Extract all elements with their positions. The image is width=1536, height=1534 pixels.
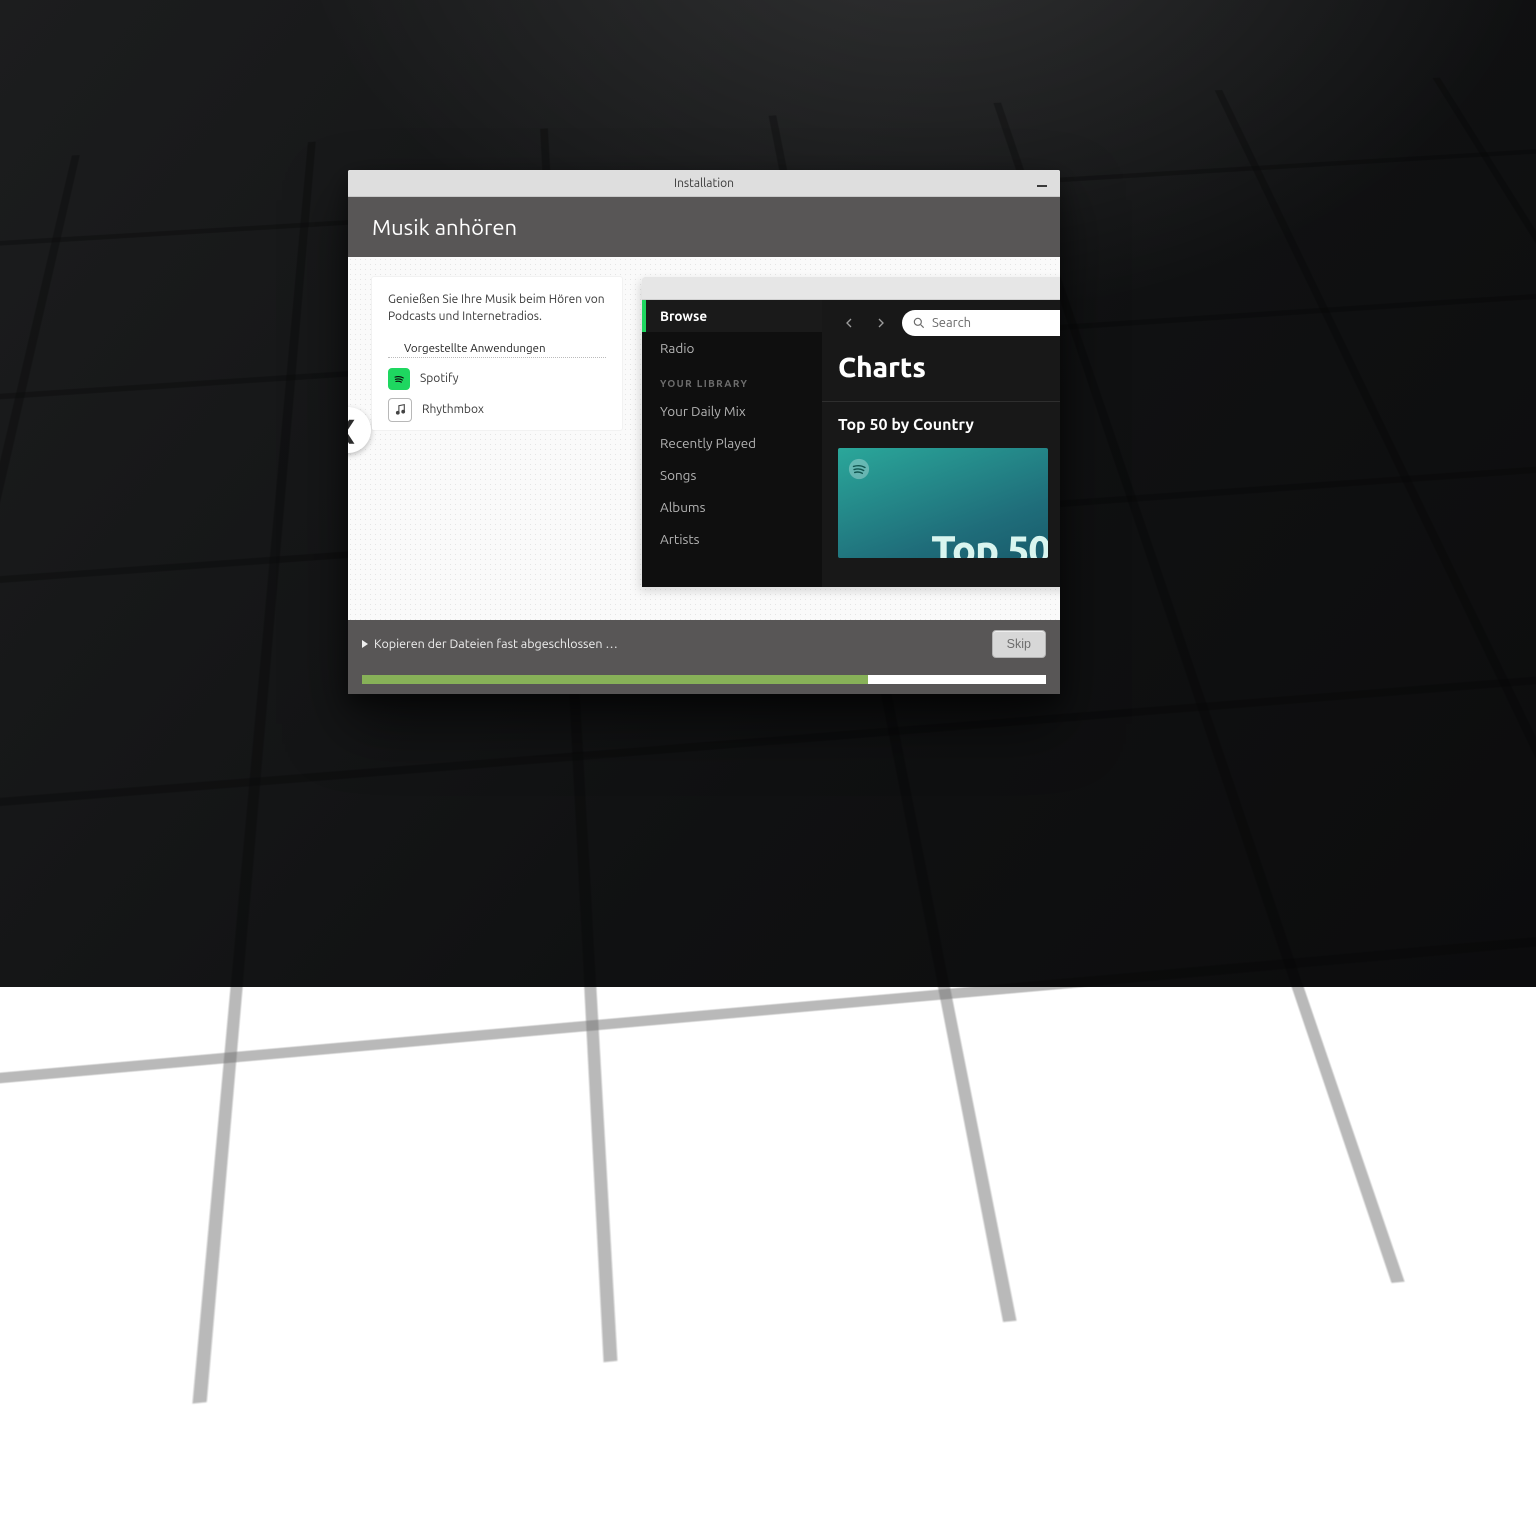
window-titlebar[interactable]: Installation bbox=[348, 170, 1060, 197]
preview-sidebar-item: Albums bbox=[642, 491, 822, 523]
window-title: Installation bbox=[674, 177, 734, 190]
slide-text-panel: Genießen Sie Ihre Musik beim Hören von P… bbox=[372, 277, 622, 430]
preview-sidebar-radio: Radio bbox=[642, 332, 822, 364]
desktop-wallpaper: Installation Musik anhören ❮ ❯ Genießen … bbox=[0, 0, 1536, 987]
preview-tile-text: Top 50 bbox=[931, 527, 1048, 558]
preview-main: Search Charts Top 50 by Country Top 50 bbox=[822, 300, 1060, 587]
featured-app-spotify: Spotify bbox=[372, 364, 622, 394]
chevron-left-icon: ❮ bbox=[348, 416, 358, 444]
app-preview-window: Browse Radio YOUR LIBRARY Your Daily Mix… bbox=[642, 277, 1060, 587]
slide-description: Genießen Sie Ihre Musik beim Hören von P… bbox=[372, 291, 622, 338]
slide-heading: Musik anhören bbox=[372, 215, 517, 240]
preview-sidebar-item: Songs bbox=[642, 459, 822, 491]
minimize-button[interactable] bbox=[1032, 173, 1052, 193]
preview-main-title: Charts bbox=[838, 352, 1060, 383]
expand-triangle-icon bbox=[362, 640, 368, 648]
music-note-icon bbox=[388, 398, 412, 422]
install-status-text: Kopieren der Dateien fast abgeschlossen … bbox=[374, 637, 618, 651]
featured-app-rhythmbox: Rhythmbox bbox=[372, 394, 622, 426]
prev-slide-button[interactable]: ❮ bbox=[348, 407, 371, 453]
slide-area: ❮ ❯ Genießen Sie Ihre Musik beim Hören v… bbox=[348, 257, 1060, 620]
preview-tile-top50: Top 50 bbox=[838, 448, 1048, 558]
preview-sidebar-item: Artists bbox=[642, 523, 822, 555]
skip-button[interactable]: Skip bbox=[992, 630, 1046, 658]
preview-search-field: Search bbox=[902, 310, 1060, 336]
install-status-row[interactable]: Kopieren der Dateien fast abgeschlossen … bbox=[362, 637, 618, 651]
preview-sidebar-item: Recently Played bbox=[642, 427, 822, 459]
search-icon bbox=[912, 316, 926, 330]
preview-search-placeholder: Search bbox=[932, 316, 971, 330]
featured-app-label: Spotify bbox=[420, 372, 459, 385]
featured-apps-heading: Vorgestellte Anwendungen bbox=[388, 342, 606, 358]
preview-titlebar bbox=[642, 277, 1060, 300]
install-progress-fill bbox=[362, 675, 868, 684]
featured-app-label: Rhythmbox bbox=[422, 403, 484, 416]
spotify-icon bbox=[388, 368, 410, 390]
installer-footer: Kopieren der Dateien fast abgeschlossen … bbox=[348, 620, 1060, 694]
spotify-logo-icon bbox=[848, 458, 870, 484]
slide-heading-bar: Musik anhören bbox=[348, 197, 1060, 257]
preview-sidebar: Browse Radio YOUR LIBRARY Your Daily Mix… bbox=[642, 300, 822, 587]
preview-sidebar-library-label: YOUR LIBRARY bbox=[642, 364, 822, 395]
nav-back-icon bbox=[838, 312, 860, 334]
install-progress-bar bbox=[362, 675, 1046, 684]
installer-window: Installation Musik anhören ❮ ❯ Genießen … bbox=[348, 170, 1060, 694]
nav-forward-icon bbox=[870, 312, 892, 334]
preview-section-title: Top 50 by Country bbox=[838, 416, 1060, 434]
preview-sidebar-item: Your Daily Mix bbox=[642, 395, 822, 427]
preview-sidebar-browse: Browse bbox=[642, 300, 822, 332]
